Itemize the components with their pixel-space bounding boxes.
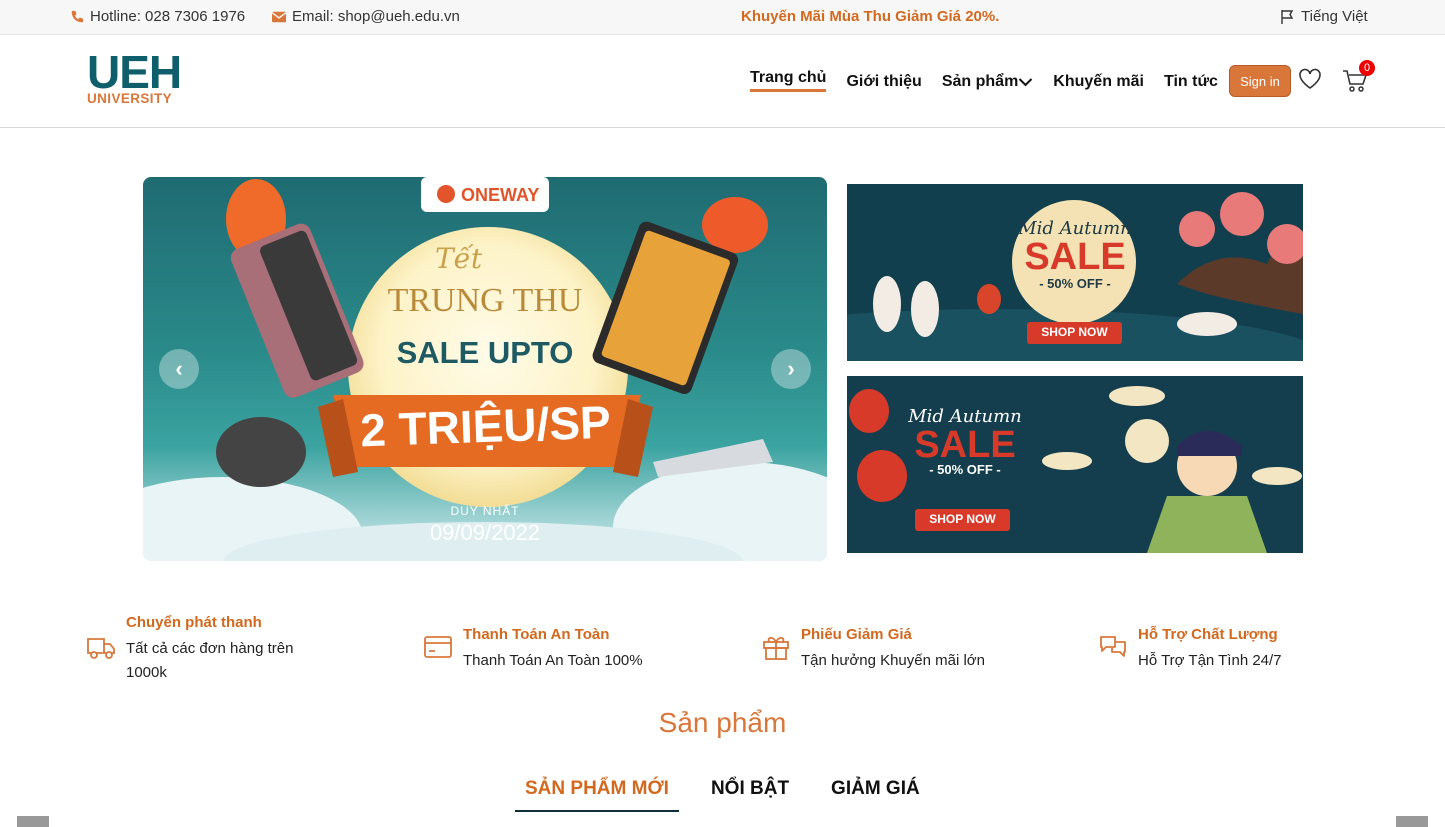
feature-support-title: Hỗ Trợ Chất Lượng <box>1138 626 1278 643</box>
truck-icon <box>87 638 115 659</box>
feature-shipping: Chuyển phát thanh Tất cả các đơn hàng tr… <box>86 614 316 685</box>
side-banner-2-cta: SHOP NOW <box>929 512 996 526</box>
banner-sale: SALE UPTO <box>396 335 574 370</box>
email[interactable]: Email: shop@ueh.edu.vn <box>272 8 460 25</box>
scroll-next-button[interactable] <box>1396 816 1428 827</box>
nav-item-products[interactable]: Sản phẩm <box>942 72 1033 92</box>
carousel-next-button[interactable]: › <box>771 349 811 389</box>
banner-amount: 2 TRIỆU/SP <box>359 395 612 457</box>
feature-payment-title: Thanh Toán An Toàn <box>463 626 610 643</box>
nav-item-promotions[interactable]: Khuyến mãi <box>1053 72 1144 92</box>
product-tabs: SẢN PHẨM MỚI NỔI BẬT GIẢM GIÁ <box>515 775 952 812</box>
email-text: Email: shop@ueh.edu.vn <box>292 8 460 25</box>
tab-new-products[interactable]: SẢN PHẨM MỚI <box>515 775 679 812</box>
feature-support: Hỗ Trợ Chất Lượng Hỗ Trợ Tận Tình 24/7 <box>1098 626 1282 673</box>
carousel-prev-button[interactable]: ‹ <box>159 349 199 389</box>
feature-shipping-desc: Tất cả các đơn hàng trên 1000k <box>126 640 294 681</box>
cart-count-badge: 0 <box>1359 60 1375 76</box>
credit-card-icon <box>424 636 452 658</box>
main-nav: Trang chủ Giới thiệu Sản phẩm Khuyến mãi… <box>750 69 1218 92</box>
main-banner[interactable]: ONEWAY Tết TRUNG THU SALE UPTO 2 TRIỆU/S… <box>143 177 827 561</box>
feature-shipping-title: Chuyển phát thanh <box>126 614 262 631</box>
scroll-prev-button[interactable] <box>17 816 49 827</box>
side-banner-2[interactable]: Mid Autumn SALE - 50% OFF - SHOP NOW <box>847 376 1303 553</box>
heart-icon[interactable] <box>1298 68 1322 90</box>
side-banner-1-cta: SHOP NOW <box>1041 325 1108 339</box>
tab-discount[interactable]: GIẢM GIÁ <box>821 775 930 812</box>
tab-featured[interactable]: NỔI BẬT <box>701 775 799 812</box>
flag-icon <box>1281 9 1294 24</box>
top-bar: Hotline: 028 7306 1976 Email: shop@ueh.e… <box>0 0 1445 35</box>
chevron-right-icon: › <box>787 356 795 381</box>
chevron-down-icon <box>1019 78 1033 87</box>
banner-only: DUY NHẤT <box>450 504 520 518</box>
logo-university: UNIVERSITY <box>87 91 173 106</box>
feature-payment: Thanh Toán An Toàn Thanh Toán An Toàn 10… <box>423 626 643 673</box>
nav-item-products-label: Sản phẩm <box>941 73 1019 90</box>
feature-support-desc: Hỗ Trợ Tận Tình 24/7 <box>1138 652 1282 669</box>
products-section-title: Sản phẩm <box>658 707 787 738</box>
language-selector[interactable]: Tiếng Việt <box>1280 8 1368 25</box>
banner-tet: Tết <box>435 242 483 275</box>
feature-voucher-desc: Tận hưởng Khuyến mãi lớn <box>801 652 985 669</box>
promo-text: Khuyến Mãi Mùa Thu Giảm Giá 20%. <box>741 8 1000 25</box>
side-banner-1-sale: SALE <box>1024 236 1126 278</box>
banner-date: 09/09/2022 <box>429 520 541 545</box>
envelope-icon <box>272 11 286 22</box>
chevron-left-icon: ‹ <box>175 356 183 381</box>
logo[interactable]: UEH UNIVERSITY <box>87 46 182 106</box>
banner-title: TRUNG THU <box>387 282 583 319</box>
hotline-text: Hotline: 028 7306 1976 <box>90 8 246 25</box>
header: UEH UNIVERSITY Trang chủ Giới thiệu Sản … <box>0 35 1445 128</box>
feature-voucher: Phiếu Giảm Giá Tận hưởng Khuyến mãi lớn <box>761 626 985 673</box>
logo-ueh: UEH <box>87 46 182 98</box>
side-banner-2-sale: SALE <box>914 424 1016 466</box>
gift-icon <box>763 636 789 660</box>
nav-item-about[interactable]: Giới thiệu <box>846 72 921 92</box>
nav-item-home[interactable]: Trang chủ <box>750 69 827 92</box>
side-banner-1[interactable]: Mid Autumn SALE - 50% OFF - SHOP NOW <box>847 184 1303 361</box>
sign-in-button[interactable]: Sign in <box>1229 65 1291 97</box>
side-banner-1-off: - 50% OFF - <box>1039 276 1111 291</box>
side-banner-2-off: - 50% OFF - <box>929 462 1001 477</box>
nav-item-news[interactable]: Tin tức <box>1164 72 1218 92</box>
banner-brand: ONEWAY <box>461 185 540 205</box>
chat-icon <box>1100 636 1126 657</box>
feature-voucher-title: Phiếu Giảm Giá <box>801 626 912 643</box>
phone-icon <box>71 10 84 22</box>
language-label: Tiếng Việt <box>1301 8 1368 25</box>
feature-payment-desc: Thanh Toán An Toàn 100% <box>463 652 643 669</box>
hotline[interactable]: Hotline: 028 7306 1976 <box>70 8 245 25</box>
